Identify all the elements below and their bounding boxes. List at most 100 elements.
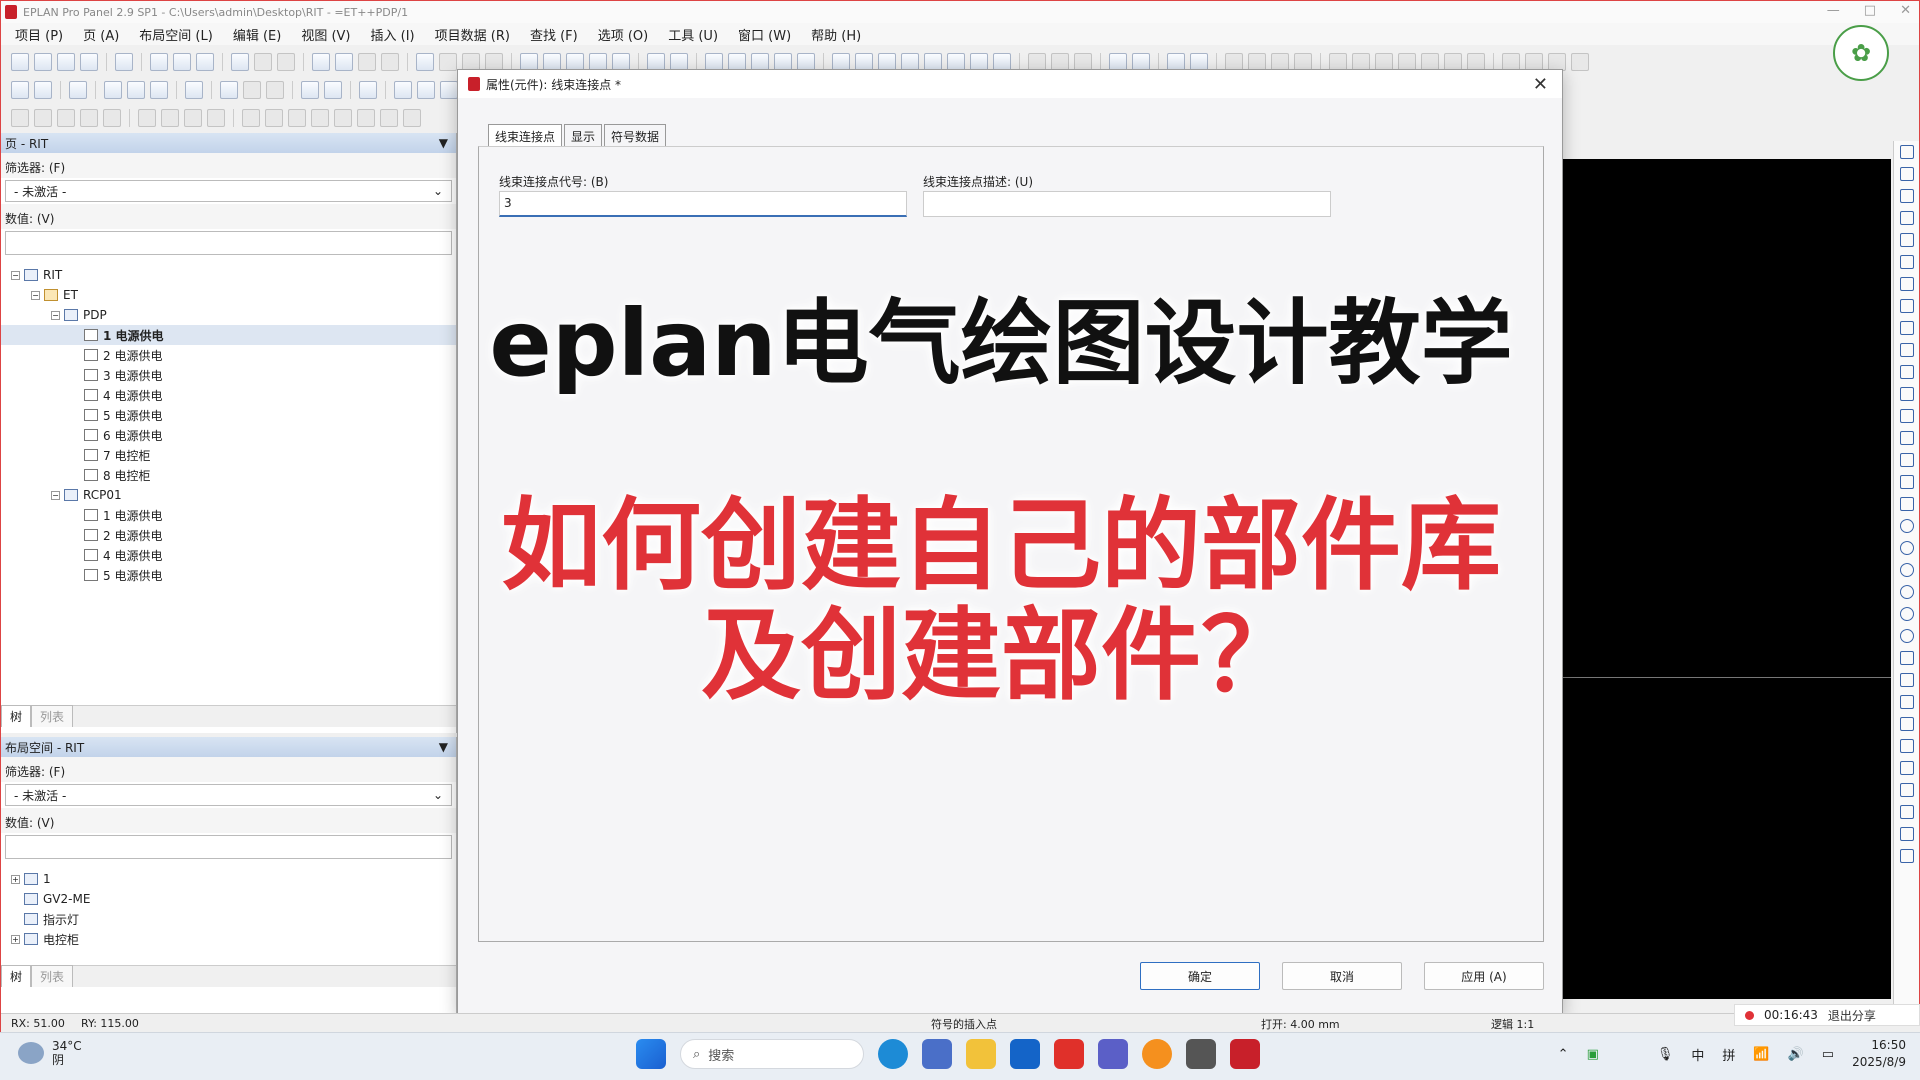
tee-c-icon[interactable]: [1899, 277, 1914, 291]
number-c-icon[interactable]: [150, 81, 168, 99]
menu-find[interactable]: 查找 (F): [530, 25, 578, 44]
corner-a-icon[interactable]: [1899, 167, 1914, 181]
microphone-icon[interactable]: 🎙: [1657, 1047, 1674, 1062]
corner-c-icon[interactable]: [1899, 211, 1914, 225]
cabinet-a-icon[interactable]: [11, 109, 29, 127]
mount-d-icon[interactable]: [207, 109, 225, 127]
panel-menu-chevron-icon[interactable]: ▼: [439, 740, 448, 754]
dimension-f-icon[interactable]: [1899, 849, 1914, 863]
wifi-icon[interactable]: 📶: [1753, 1047, 1769, 1062]
apply-button[interactable]: 应用 (A): [1424, 962, 1544, 990]
expand-icon[interactable]: +: [11, 874, 20, 884]
weather-widget[interactable]: 34°C 阴: [18, 1039, 82, 1067]
battery-icon[interactable]: ▭: [1822, 1047, 1834, 1062]
undo-icon[interactable]: [312, 53, 330, 71]
close-project-icon[interactable]: [57, 53, 75, 71]
tree-item[interactable]: 3 电源供电: [1, 365, 456, 385]
value-input[interactable]: [5, 835, 452, 859]
taskbar-search[interactable]: ⌕ 搜索: [680, 1039, 864, 1069]
tab-list[interactable]: 列表: [31, 705, 74, 727]
image-frame-icon[interactable]: [1899, 497, 1914, 511]
cabinet-d-icon[interactable]: [80, 109, 98, 127]
tab-list[interactable]: 列表: [31, 965, 74, 987]
tree-item[interactable]: 6 电源供电: [1, 425, 456, 445]
collapse-icon[interactable]: −: [51, 310, 60, 320]
redo-icon[interactable]: [358, 53, 376, 71]
rail-f-icon[interactable]: [357, 109, 375, 127]
ellipse-icon[interactable]: [1899, 629, 1914, 643]
sector-icon[interactable]: [1899, 607, 1914, 621]
flag-a-icon[interactable]: [220, 81, 238, 99]
menu-options[interactable]: 选项 (O): [598, 25, 649, 44]
copy-icon[interactable]: [173, 53, 191, 71]
menu-project[interactable]: 项目 (P): [15, 25, 63, 44]
tee-b-icon[interactable]: [1899, 255, 1914, 269]
menu-window[interactable]: 窗口 (W): [738, 25, 791, 44]
report-b-icon[interactable]: [417, 81, 435, 99]
hyperlink-icon[interactable]: [1899, 717, 1914, 731]
tree-item[interactable]: 2 电源供电: [1, 525, 456, 545]
rail-b-icon[interactable]: [265, 109, 283, 127]
maximize-button[interactable]: □: [1864, 3, 1876, 18]
settings-wrench-icon[interactable]: [115, 53, 133, 71]
drawing-canvas[interactable]: [1561, 159, 1891, 999]
eplan-taskbar-icon[interactable]: [1230, 1039, 1260, 1069]
file-explorer-icon[interactable]: [966, 1039, 996, 1069]
cabinet-b-icon[interactable]: [34, 109, 52, 127]
tree-item[interactable]: 7 电控柜: [1, 445, 456, 465]
report-c-icon[interactable]: [440, 81, 458, 99]
tree-item[interactable]: +1: [1, 869, 456, 889]
insert-image-icon[interactable]: [1899, 695, 1914, 709]
cancel-button[interactable]: 取消: [1282, 962, 1402, 990]
tree-item[interactable]: 5 电源供电: [1, 565, 456, 585]
tree-item[interactable]: 4 电源供电: [1, 385, 456, 405]
text-tool-icon[interactable]: [1899, 673, 1914, 687]
layout-b-icon[interactable]: [34, 81, 52, 99]
menu-project-data[interactable]: 项目数据 (R): [435, 25, 510, 44]
filter-select[interactable]: - 未激活 - ⌄: [5, 784, 452, 806]
spline-icon[interactable]: [1899, 651, 1914, 665]
format-painter-icon[interactable]: [254, 53, 272, 71]
wps-icon[interactable]: [1054, 1039, 1084, 1069]
interrupt-icon[interactable]: [1899, 387, 1914, 401]
polygon-icon[interactable]: [1899, 453, 1914, 467]
menu-layout-space[interactable]: 布局空间 (L): [139, 25, 213, 44]
paste-icon[interactable]: [196, 53, 214, 71]
select-icon[interactable]: [231, 53, 249, 71]
dimension-e-icon[interactable]: [1899, 827, 1914, 841]
collapse-icon[interactable]: −: [31, 290, 40, 300]
flag-d-icon[interactable]: [301, 81, 319, 99]
number-a-icon[interactable]: [104, 81, 122, 99]
tab-tree[interactable]: 树: [1, 965, 32, 987]
corner-b-icon[interactable]: [1899, 189, 1914, 203]
expand-icon[interactable]: +: [11, 934, 20, 944]
tree-item[interactable]: 1 电源供电: [1, 325, 456, 345]
panel-menu-chevron-icon[interactable]: ▼: [439, 136, 448, 150]
tray-app-icon[interactable]: ▣: [1587, 1047, 1599, 1062]
brush-icon[interactable]: [277, 53, 295, 71]
undo-list-icon[interactable]: [335, 53, 353, 71]
outlook-icon[interactable]: [1010, 1039, 1040, 1069]
tree-item[interactable]: 8 电控柜: [1, 465, 456, 485]
tree-item[interactable]: + 电控柜: [1, 929, 456, 949]
teams-icon[interactable]: [1098, 1039, 1128, 1069]
rail-e-icon[interactable]: [334, 109, 352, 127]
junction-b-icon[interactable]: [1899, 343, 1914, 357]
chevron-up-icon[interactable]: ⌃: [1558, 1047, 1569, 1062]
layout-a-icon[interactable]: [11, 81, 29, 99]
rail-g-icon[interactable]: [380, 109, 398, 127]
rectangle-icon[interactable]: [1899, 475, 1914, 489]
tree-item[interactable]: 5 电源供电: [1, 405, 456, 425]
menu-tools[interactable]: 工具 (U): [668, 25, 718, 44]
delete-flag-icon[interactable]: [359, 81, 377, 99]
menu-insert[interactable]: 插入 (I): [371, 25, 415, 44]
filter-select[interactable]: - 未激活 - ⌄: [5, 180, 452, 202]
store-icon[interactable]: [922, 1039, 952, 1069]
windows-start-icon[interactable]: [636, 1039, 666, 1069]
mount-a-icon[interactable]: [138, 109, 156, 127]
tree-item[interactable]: 1 电源供电: [1, 505, 456, 525]
flag-e-icon[interactable]: [324, 81, 342, 99]
plugin-icon[interactable]: [69, 81, 87, 99]
volume-icon[interactable]: 🔊: [1788, 1047, 1804, 1062]
menu-edit[interactable]: 编辑 (E): [233, 25, 282, 44]
